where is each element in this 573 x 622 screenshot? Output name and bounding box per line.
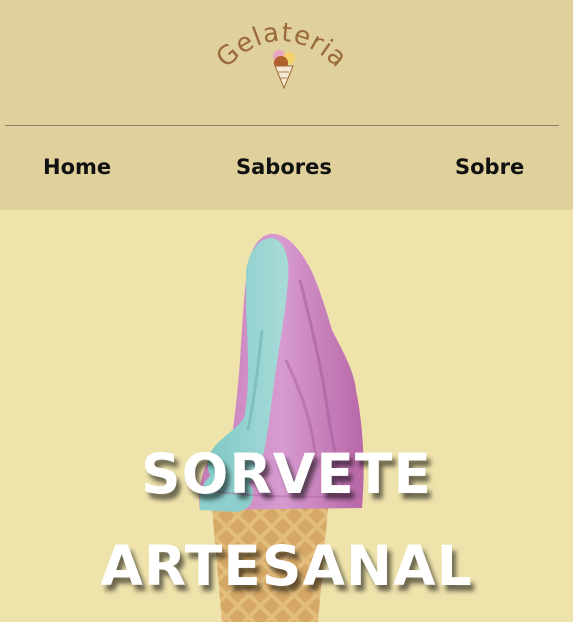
nav-link-sobre[interactable]: Sobre	[455, 152, 524, 182]
logo-graphic: Gelateria	[211, 18, 352, 90]
hero-title-line1: SORVETE	[141, 442, 432, 506]
hero-section: SORVETE ARTESANAL	[0, 210, 573, 622]
hero-title-line2: ARTESANAL	[100, 534, 473, 598]
page: Gelateria Home Sabores Sobre SORVETE ART…	[0, 0, 573, 622]
nav-link-home[interactable]: Home	[43, 152, 111, 182]
header-divider	[5, 125, 559, 126]
nav-link-sabores[interactable]: Sabores	[236, 152, 332, 182]
ice-cream-cone-icon	[273, 50, 295, 90]
site-header: Gelateria Home Sabores Sobre	[0, 0, 573, 210]
site-logo[interactable]: Gelateria	[205, 6, 355, 94]
